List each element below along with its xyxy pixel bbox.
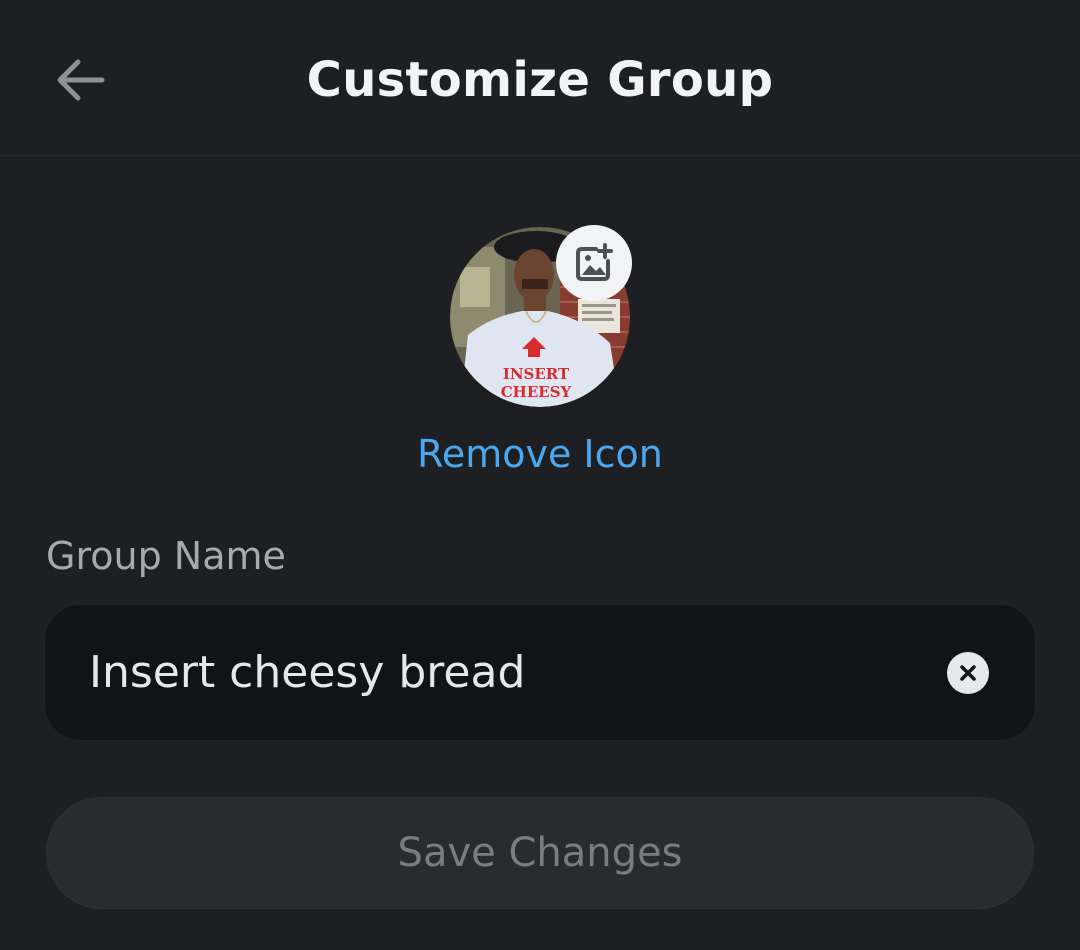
group-name-label: Group Name [46, 534, 286, 578]
add-image-button[interactable] [556, 225, 632, 301]
top-app-bar: Customize Group [0, 0, 1080, 156]
group-name-field [45, 605, 1035, 740]
page-title: Customize Group [306, 52, 774, 108]
clear-x-icon [960, 665, 976, 681]
group-name-input[interactable] [89, 605, 909, 740]
clear-button[interactable] [947, 652, 989, 694]
arrow-left-icon [57, 59, 105, 101]
avatar-shirt-line-2: CHEESY [501, 383, 572, 401]
back-button[interactable] [40, 40, 120, 120]
image-plus-icon [576, 243, 613, 281]
remove-icon-link[interactable]: Remove Icon [0, 432, 1080, 476]
avatar-shirt-line-1: INSERT [503, 365, 570, 383]
group-icon-picker: INSERT CHEESY [450, 225, 632, 407]
save-changes-button[interactable]: Save Changes [46, 797, 1034, 909]
